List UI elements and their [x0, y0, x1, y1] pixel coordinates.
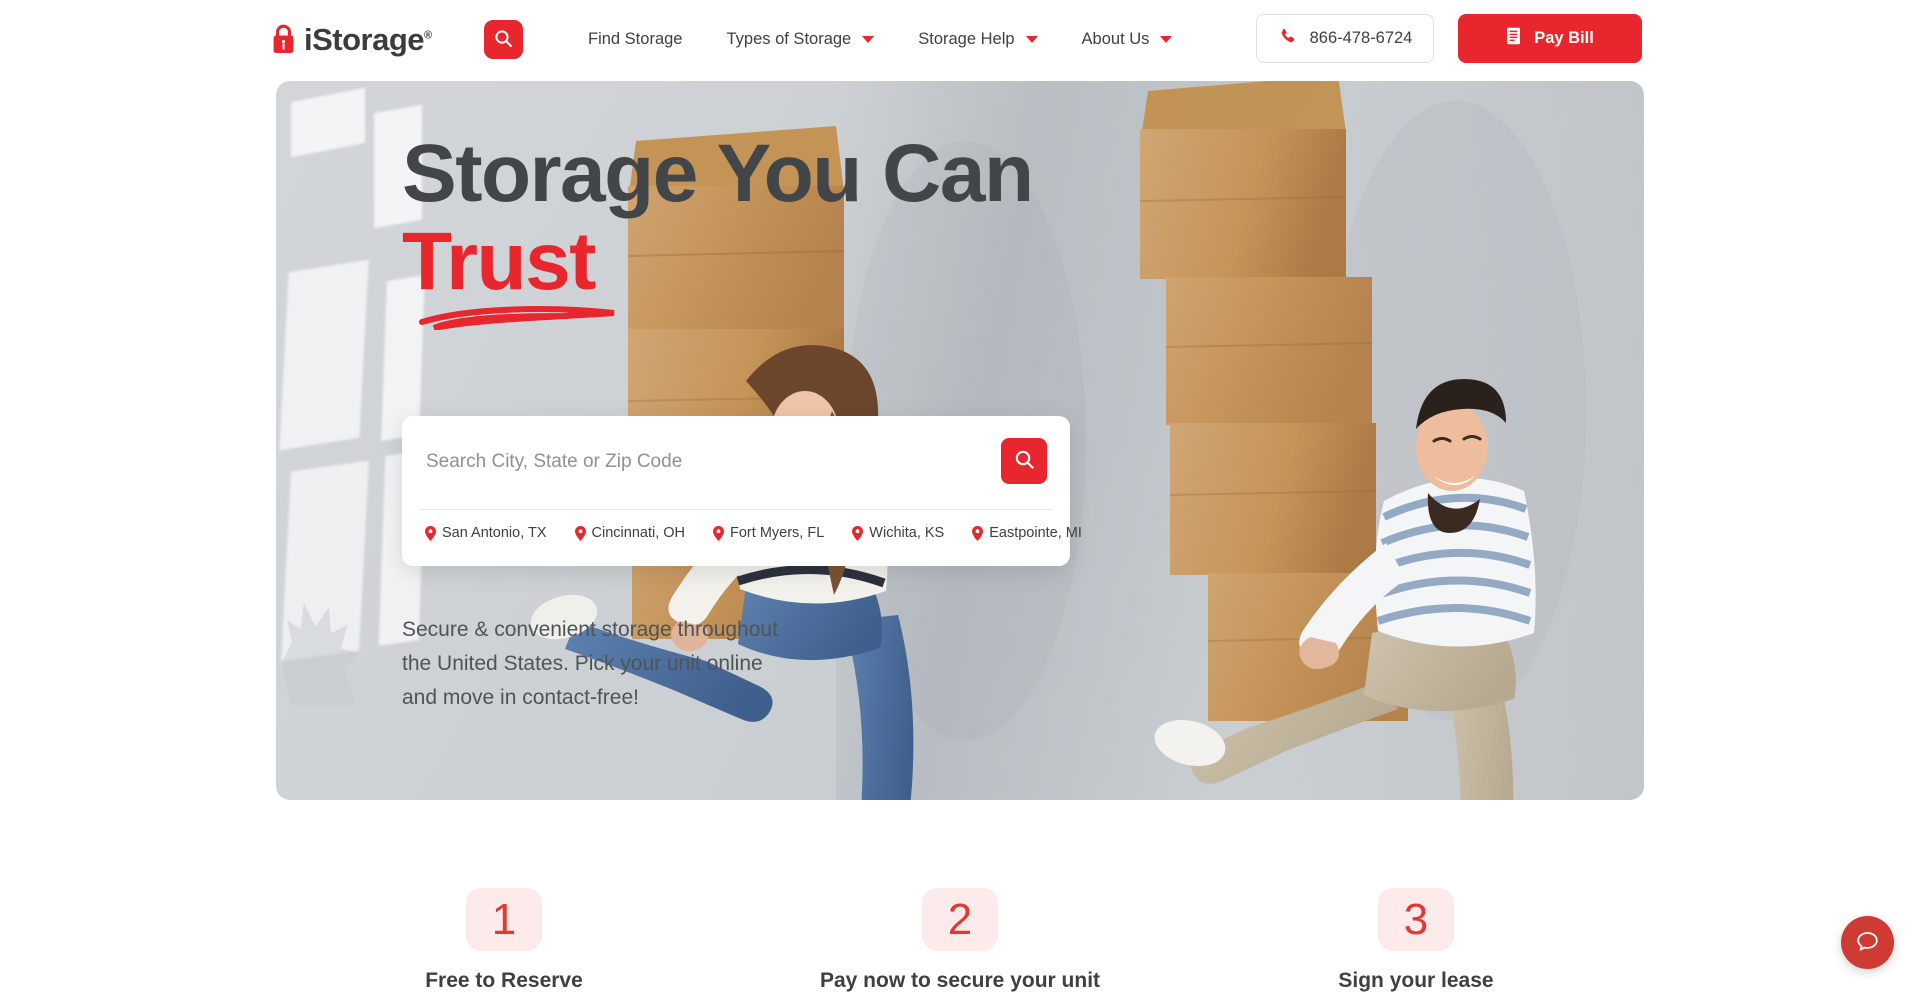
- search-toggle-button[interactable]: [484, 20, 523, 59]
- nav-item-find-storage[interactable]: Find Storage: [566, 0, 704, 78]
- nav-item-storage-help[interactable]: Storage Help: [896, 0, 1059, 78]
- step-number-badge: 1: [466, 888, 542, 951]
- site-header: iStorage® Find Storage Types of Storage …: [0, 0, 1920, 78]
- search-icon: [494, 29, 513, 51]
- search-submit-button[interactable]: [1001, 438, 1047, 484]
- step-number-badge: 2: [922, 888, 998, 951]
- city-link-eastpointe[interactable]: Eastpointe, MI: [972, 525, 1082, 541]
- chat-bubble-icon: [1855, 929, 1880, 957]
- nav-label: Find Storage: [588, 29, 683, 48]
- step-item-2: 2 Pay now to secure your unit: [732, 888, 1188, 993]
- underline-swoosh-icon: [419, 306, 615, 330]
- receipt-icon: [1506, 27, 1521, 50]
- nav-label: About Us: [1081, 29, 1150, 48]
- padlock-icon: [272, 24, 295, 54]
- chevron-down-icon: [1160, 35, 1173, 43]
- step-number-badge: 3: [1378, 888, 1454, 951]
- map-pin-icon: [972, 525, 984, 541]
- pay-bill-button[interactable]: Pay Bill: [1458, 14, 1642, 63]
- city-label: San Antonio, TX: [442, 525, 547, 541]
- site-logo[interactable]: iStorage®: [272, 19, 432, 59]
- city-link-fort-myers[interactable]: Fort Myers, FL: [713, 525, 824, 541]
- search-icon: [1014, 449, 1035, 473]
- city-label: Cincinnati, OH: [591, 525, 686, 541]
- hero-heading-line1: Storage You Can: [402, 128, 1034, 219]
- page-root: iStorage® Find Storage Types of Storage …: [0, 0, 1920, 993]
- city-label: Fort Myers, FL: [730, 525, 825, 541]
- hero-banner: Storage You Can Trust Secure & convenien…: [276, 81, 1644, 800]
- city-label: Eastpointe, MI: [989, 525, 1082, 541]
- step-item-3: 3 Sign your lease: [1188, 888, 1644, 993]
- map-pin-icon: [574, 525, 586, 541]
- search-input[interactable]: [426, 442, 986, 482]
- step-item-1: 1 Free to Reserve: [276, 888, 732, 993]
- hero-heading: Storage You Can Trust: [402, 128, 1034, 307]
- city-link-wichita[interactable]: Wichita, KS: [852, 525, 944, 541]
- phone-number-label: 866-478-6724: [1309, 29, 1413, 47]
- chevron-down-icon: [862, 35, 875, 43]
- city-label: Wichita, KS: [869, 525, 945, 541]
- logo-wordmark: iStorage®: [304, 21, 432, 57]
- chevron-down-icon: [1025, 35, 1038, 43]
- phone-button[interactable]: 866-478-6724: [1256, 14, 1434, 63]
- card-divider: [420, 509, 1052, 510]
- hero-subtext: Secure & convenient storage throughout t…: [402, 618, 778, 709]
- city-link-cincinnati[interactable]: Cincinnati, OH: [574, 525, 686, 541]
- registered-mark: ®: [424, 29, 432, 42]
- pay-bill-label: Pay Bill: [1534, 29, 1594, 47]
- nav-label: Types of Storage: [726, 29, 852, 48]
- location-search-card: San Antonio, TX Cincinnati, OH Fort Myer…: [402, 416, 1082, 566]
- hero-heading-line2: Trust: [402, 216, 596, 307]
- how-it-works-steps: 1 Free to Reserve 2 Pay now to secure yo…: [276, 888, 1644, 993]
- nav-item-types-of-storage[interactable]: Types of Storage: [704, 0, 896, 78]
- map-pin-icon: [713, 525, 725, 541]
- step-label: Free to Reserve: [425, 969, 583, 992]
- map-pin-icon: [852, 525, 864, 541]
- search-row: [402, 416, 1070, 509]
- primary-nav: Find Storage Types of Storage Storage He…: [566, 0, 1194, 78]
- nav-label: Storage Help: [918, 29, 1015, 48]
- popular-cities-list: San Antonio, TX Cincinnati, OH Fort Myer…: [425, 525, 1110, 541]
- nav-item-about-us[interactable]: About Us: [1060, 0, 1195, 78]
- chat-widget-button[interactable]: [1841, 916, 1894, 969]
- city-link-san-antonio[interactable]: San Antonio, TX: [425, 525, 547, 541]
- map-pin-icon: [425, 525, 436, 541]
- step-label: Pay now to secure your unit: [819, 969, 1101, 992]
- phone-icon: [1278, 27, 1297, 51]
- step-label: Sign your lease: [1338, 969, 1494, 992]
